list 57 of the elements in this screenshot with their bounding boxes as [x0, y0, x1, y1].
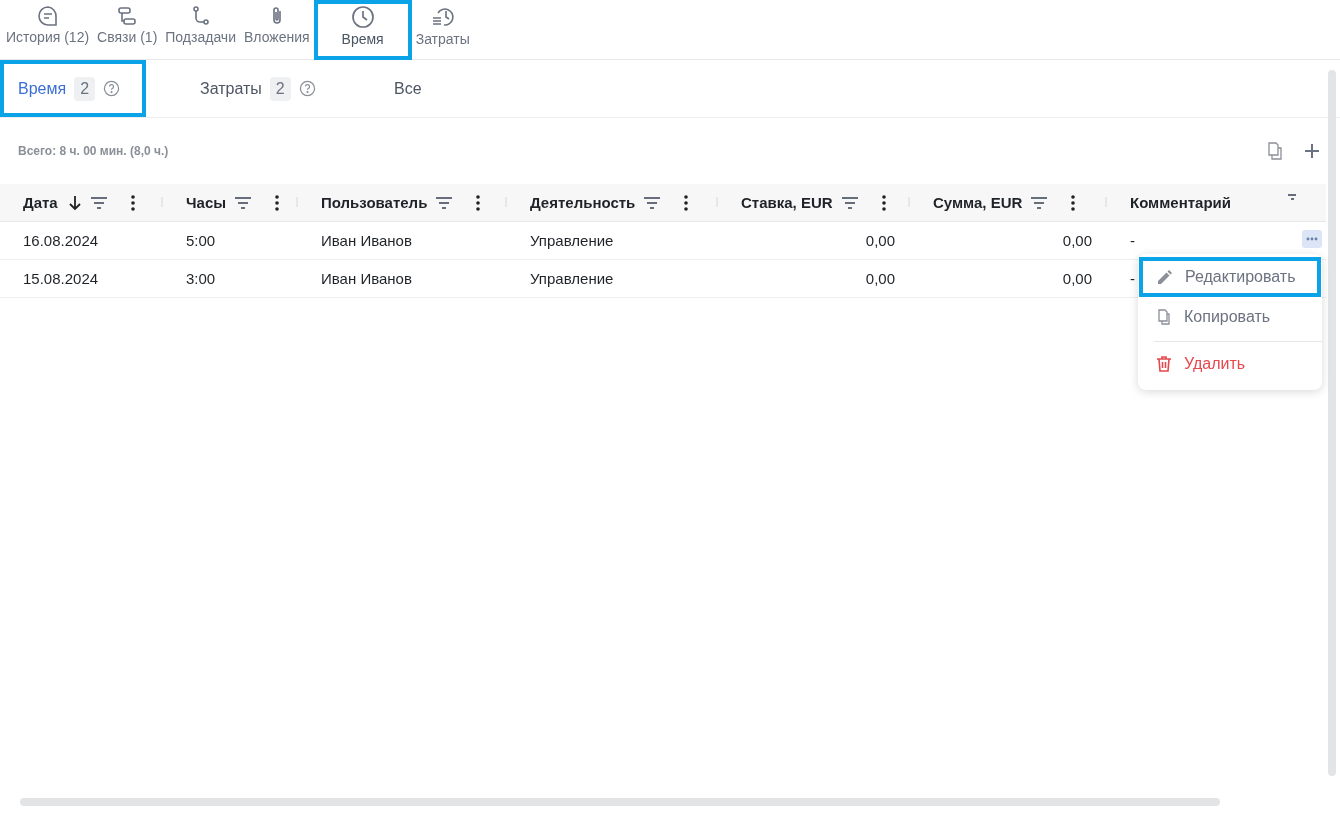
- menu-item[interactable]: Удалить: [1138, 344, 1322, 384]
- nav-tab[interactable]: Связи (1): [93, 0, 162, 60]
- filter-icon[interactable]: [435, 195, 454, 210]
- copy-icon[interactable]: [1267, 142, 1283, 160]
- comment-icon: [36, 5, 59, 27]
- kebab-menu-icon[interactable]: [274, 193, 281, 212]
- table-cell: 3:00: [163, 259, 298, 298]
- filter-icon[interactable]: [234, 195, 253, 210]
- table-cell: 15.08.2024: [0, 259, 163, 298]
- kebab-menu-icon[interactable]: [475, 193, 482, 212]
- nav-tab[interactable]: История (12): [2, 0, 94, 60]
- pencil-icon: [1157, 269, 1173, 285]
- menu-item[interactable]: Редактировать: [1139, 257, 1321, 297]
- horizontal-scrollbar[interactable]: [20, 798, 1220, 806]
- ellipsis-icon: [1306, 237, 1318, 241]
- nav-tab[interactable]: Вложения: [240, 0, 314, 60]
- table-cell: 0,00: [910, 221, 1107, 260]
- table-cell: 0,00: [910, 259, 1107, 298]
- nav-tab[interactable]: Затраты: [411, 0, 474, 60]
- table-cell: -: [1130, 232, 1135, 249]
- kebab-menu-icon[interactable]: [683, 193, 690, 212]
- table-cell: 5:00: [163, 221, 298, 260]
- menu-item[interactable]: Копировать: [1138, 297, 1322, 337]
- plus-icon[interactable]: [1305, 144, 1319, 158]
- help-icon[interactable]: [298, 80, 316, 97]
- filter-icon[interactable]: [1030, 195, 1049, 210]
- total-summary: Всего: 8 ч. 00 мин. (8,0 ч.): [18, 144, 169, 158]
- vertical-scrollbar[interactable]: [1328, 70, 1336, 776]
- sub-tab[interactable]: Затраты 2: [182, 60, 328, 117]
- table-cell: Управление: [507, 259, 718, 298]
- kebab-menu-icon[interactable]: [1070, 193, 1077, 212]
- filter-icon[interactable]: [89, 195, 108, 210]
- filter-icon[interactable]: [1288, 194, 1296, 200]
- trash-icon: [1156, 356, 1172, 372]
- column-header[interactable]: Дата: [23, 194, 82, 211]
- help-icon[interactable]: [103, 80, 121, 97]
- kebab-menu-icon[interactable]: [880, 193, 887, 212]
- sub-tab[interactable]: Время 2: [0, 60, 146, 117]
- nav-tab[interactable]: Время: [313, 0, 412, 60]
- sort-arrow-icon[interactable]: [67, 194, 82, 211]
- filter-icon[interactable]: [840, 195, 859, 210]
- clock-list-icon: [430, 5, 455, 29]
- kebab-menu-icon[interactable]: [129, 193, 136, 212]
- row-actions-button[interactable]: [1302, 230, 1322, 248]
- sub-tab[interactable]: Все: [376, 60, 440, 117]
- nav-tab[interactable]: Подзадачи: [161, 0, 240, 60]
- table-cell: 0,00: [718, 259, 910, 298]
- column-header[interactable]: Часы: [186, 194, 227, 211]
- table-cell: Иван Иванов: [298, 259, 507, 298]
- table-cell: 0,00: [718, 221, 910, 260]
- table-cell: Управление: [507, 221, 718, 260]
- filter-icon[interactable]: [643, 195, 662, 210]
- copy-icon: [1156, 309, 1172, 325]
- table-cell: 16.08.2024: [0, 221, 163, 260]
- table-cell: Иван Иванов: [298, 221, 507, 260]
- links-icon: [116, 5, 139, 27]
- clock-icon: [350, 5, 375, 29]
